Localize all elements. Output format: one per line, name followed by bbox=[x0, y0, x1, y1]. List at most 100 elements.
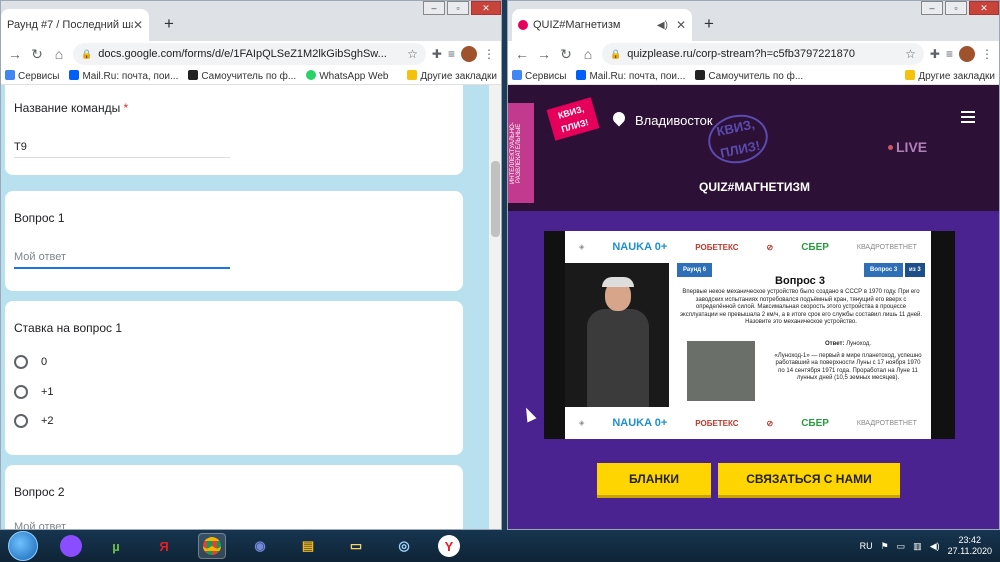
speaker-icon[interactable]: ◀) bbox=[657, 20, 668, 31]
team-input[interactable]: Т9 bbox=[14, 141, 27, 153]
notes-icon[interactable]: ▤ bbox=[294, 533, 322, 559]
blanks-button[interactable]: БЛАНКИ bbox=[597, 463, 711, 495]
chrome-icon[interactable] bbox=[198, 533, 226, 559]
form-card-q2: Вопрос 2 Мой ответ bbox=[5, 465, 463, 529]
bookmark-item[interactable]: Сервисы bbox=[5, 69, 60, 82]
tab-title: QUIZ#Магнетизм bbox=[533, 19, 621, 31]
forward-icon[interactable]: → bbox=[7, 46, 23, 62]
radio-button[interactable] bbox=[14, 355, 28, 369]
radio-button[interactable] bbox=[14, 385, 28, 399]
quiz-favicon-icon bbox=[518, 20, 528, 30]
alice-icon[interactable] bbox=[60, 535, 82, 557]
new-tab-button[interactable]: + bbox=[158, 13, 180, 35]
browser-tab-quiz[interactable]: QUIZ#Магнетизм ◀) ✕ bbox=[512, 9, 692, 41]
bookmarks-bar: Сервисы Mail.Ru: почта, пои... Самоучите… bbox=[1, 67, 501, 85]
p-icon bbox=[188, 69, 199, 80]
start-button[interactable] bbox=[8, 531, 38, 561]
question-label: Название команды * bbox=[14, 101, 129, 115]
close-tab-icon[interactable]: ✕ bbox=[676, 18, 686, 32]
bookmark-item[interactable]: Сервисы bbox=[512, 69, 566, 82]
window-controls: – ▫ ✕ bbox=[421, 1, 501, 15]
address-bar[interactable]: 🔒 docs.google.com/forms/d/e/1FAIpQLSeZ1M… bbox=[73, 43, 426, 65]
url-text: quizplease.ru/corp-stream?h=c5fb37972218… bbox=[627, 48, 856, 60]
center-logo-mark: КВИЗ, ПЛИЗ! bbox=[703, 109, 773, 169]
live-label: LIVE bbox=[896, 139, 928, 155]
other-bookmarks[interactable]: Другие закладки bbox=[407, 69, 497, 82]
bookmark-item[interactable]: Mail.Ru: почта, пои... bbox=[576, 69, 685, 82]
site-logo[interactable]: КВИЗ, ПЛИЗ! bbox=[546, 97, 600, 141]
display-icon[interactable]: ▭ bbox=[897, 541, 906, 552]
menu-icon[interactable]: ⋮ bbox=[981, 47, 993, 61]
scroll-thumb[interactable] bbox=[491, 161, 500, 237]
minimize-button[interactable]: – bbox=[423, 1, 445, 15]
browser-tab-form[interactable]: Раунд #7 / Последний шанс ✕ bbox=[1, 9, 149, 41]
back-icon[interactable]: ← bbox=[514, 46, 530, 62]
bookmark-item[interactable]: Mail.Ru: почта, пои... bbox=[69, 69, 178, 82]
close-window-button[interactable]: ✕ bbox=[969, 1, 999, 15]
slide-title: Вопрос 3 bbox=[775, 275, 825, 287]
language-indicator[interactable]: RU bbox=[860, 541, 873, 551]
stream-title: QUIZ#МАГНЕТИЗМ bbox=[699, 180, 810, 194]
reload-icon[interactable]: ↻ bbox=[558, 46, 574, 63]
taskbar: µ Я ◉ ▤ ▭ ◎ Y RU ⚑ ▭ ▥ ◀) 23:42 27.11.20… bbox=[0, 530, 1000, 562]
city-selector[interactable]: Владивосток bbox=[635, 113, 713, 128]
bookmark-item[interactable]: Самоучитель по ф... bbox=[695, 69, 803, 82]
whatsapp-icon bbox=[306, 69, 317, 80]
video-player[interactable]: ◈ NAUKA 0+ РОБЕТЕКС ⊘ СБЕР КВАДРОТВЕТНЕТ… bbox=[544, 231, 955, 439]
new-tab-button[interactable]: + bbox=[698, 13, 720, 35]
sponsor-logo: КВАДРОТВЕТНЕТ bbox=[856, 419, 917, 427]
required-mark: * bbox=[123, 101, 129, 115]
minimize-button[interactable]: – bbox=[921, 1, 943, 15]
volume-icon[interactable]: ◀) bbox=[930, 541, 940, 552]
star-icon[interactable]: ☆ bbox=[407, 47, 418, 61]
bookmark-item[interactable]: Самоучитель по ф... bbox=[188, 69, 297, 82]
answer-input[interactable]: Мой ответ bbox=[14, 521, 66, 529]
maximize-button[interactable]: ▫ bbox=[945, 1, 967, 15]
bookmark-label: Самоучитель по ф... bbox=[201, 70, 297, 82]
forward-icon[interactable]: → bbox=[536, 46, 552, 62]
lock-icon: 🔒 bbox=[81, 48, 93, 59]
hamburger-menu-icon[interactable] bbox=[961, 111, 975, 123]
system-tray: RU ⚑ ▭ ▥ ◀) 23:42 27.11.2020 bbox=[860, 535, 1000, 557]
reload-icon[interactable]: ↻ bbox=[29, 46, 45, 63]
radio-button[interactable] bbox=[14, 414, 28, 428]
address-bar[interactable]: 🔒 quizplease.ru/corp-stream?h=c5fb379722… bbox=[602, 43, 924, 65]
yandex-browser-icon[interactable]: Y bbox=[438, 535, 460, 557]
sponsor-logo: ⊘ bbox=[766, 418, 774, 428]
question-label: Вопрос 1 bbox=[14, 211, 65, 225]
bookmark-item[interactable]: WhatsApp Web bbox=[306, 69, 389, 82]
extensions-icon[interactable]: ✚ bbox=[432, 47, 442, 61]
other-bookmarks[interactable]: Другие закладки bbox=[905, 69, 995, 82]
flag-icon[interactable]: ⚑ bbox=[881, 541, 889, 552]
avatar[interactable] bbox=[461, 46, 477, 62]
playlist-icon[interactable]: ≡ bbox=[946, 47, 953, 61]
apps-icon bbox=[5, 69, 15, 80]
quiz-page: ИНТЕЛЛЕКТУАЛЬНО-РАЗВЛЕКАТЕЛЬНЫЕ КВИЗ, ПЛ… bbox=[508, 85, 999, 529]
answer-input[interactable]: Мой ответ bbox=[14, 251, 66, 263]
discord-icon[interactable]: ◉ bbox=[246, 533, 274, 559]
network-icon[interactable]: ▥ bbox=[913, 541, 922, 552]
clock-time: 23:42 bbox=[958, 535, 982, 545]
extensions-icon[interactable]: ✚ bbox=[930, 47, 940, 61]
playlist-icon[interactable]: ≡ bbox=[448, 47, 455, 61]
avatar[interactable] bbox=[959, 46, 975, 62]
yandex-icon[interactable]: Я bbox=[150, 533, 178, 559]
folder-icon[interactable]: ▭ bbox=[342, 533, 370, 559]
sponsor-logo: СБЕР bbox=[801, 241, 829, 253]
eye-icon[interactable]: ◎ bbox=[390, 533, 418, 559]
menu-icon[interactable]: ⋮ bbox=[483, 47, 495, 61]
tab-title: Раунд #7 / Последний шанс bbox=[7, 19, 133, 31]
utorrent-icon[interactable]: µ bbox=[102, 533, 130, 559]
close-window-button[interactable]: ✕ bbox=[471, 1, 501, 15]
window-controls: – ▫ ✕ bbox=[919, 1, 999, 15]
scrollbar[interactable] bbox=[489, 85, 501, 529]
home-icon[interactable]: ⌂ bbox=[580, 46, 596, 62]
star-icon[interactable]: ☆ bbox=[905, 47, 916, 61]
close-tab-icon[interactable]: ✕ bbox=[133, 18, 143, 32]
answer-value: Луноход. bbox=[846, 341, 871, 347]
home-icon[interactable]: ⌂ bbox=[51, 46, 67, 62]
clock[interactable]: 23:42 27.11.2020 bbox=[948, 535, 992, 557]
maximize-button[interactable]: ▫ bbox=[447, 1, 469, 15]
contact-button[interactable]: СВЯЗАТЬСЯ С НАМИ bbox=[718, 463, 900, 495]
bookmark-label: Сервисы bbox=[18, 70, 60, 82]
